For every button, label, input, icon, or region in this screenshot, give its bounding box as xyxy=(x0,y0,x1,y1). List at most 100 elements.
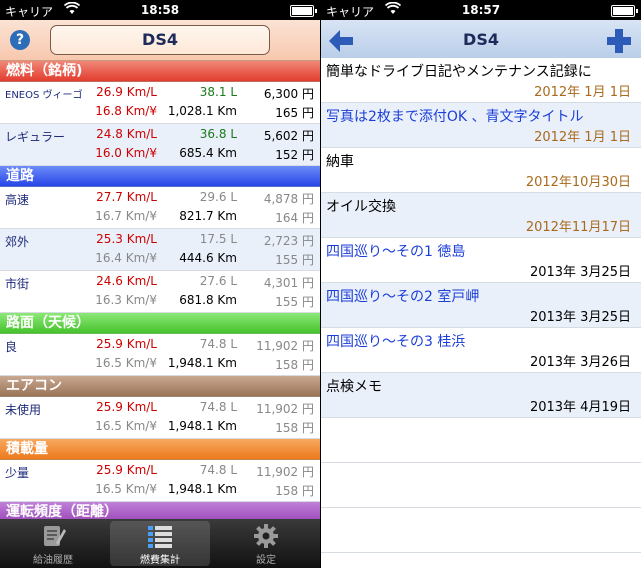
entry-title: 点検メモ xyxy=(326,379,382,395)
total-distance: 444.6 Km xyxy=(179,251,237,265)
row-label: 高速 xyxy=(5,193,30,207)
summary-row[interactable]: 高速 27.7 Km/L 29.6 L 4,878 円 16.7 Km/¥ 821.7 K… xyxy=(0,187,320,229)
entry-date: 2013年 3月25日 xyxy=(529,310,631,325)
summary-row[interactable]: レギュラー 24.8 Km/L 36.8 L 5,602 円 16.0 Km/¥ 685.… xyxy=(0,124,320,166)
battery-icon xyxy=(290,5,317,17)
mileage-per-liter: 25.9 Km/L xyxy=(96,337,157,351)
list-item[interactable]: 点検メモ 2013年 4月19日 xyxy=(321,373,641,418)
total-distance: 685.4 Km xyxy=(179,146,237,160)
drive-diary-screen: キャリア 18:57 DS4 簡単なドライブ日記やメンテナンス記録に 2012年 … xyxy=(321,0,641,568)
unit-price: 165 円 xyxy=(275,106,314,120)
distance-per-yen: 16.7 Km/¥ xyxy=(95,209,157,223)
unit-price: 155 円 xyxy=(275,253,314,267)
fuel-volume: 74.8 L xyxy=(199,463,237,477)
entry-title: 四国巡り～その2 室戸岬 xyxy=(326,289,480,305)
tab-label: 設定 xyxy=(256,555,276,566)
list-icon xyxy=(147,523,173,549)
summary-row[interactable]: 少量 25.9 Km/L 74.8 L 11,902 円 16.5 Km/¥ 1,948.… xyxy=(0,460,320,502)
entry-date: 2013年 3月25日 xyxy=(529,265,631,280)
fuel-volume: 29.6 L xyxy=(199,190,237,204)
fuel-cost: 4,878 円 xyxy=(263,192,314,206)
entry-date: 2012年 1月 1日 xyxy=(534,85,631,100)
section-header: 路面（天候） xyxy=(0,313,320,334)
page-title: DS4 xyxy=(463,30,499,49)
list-item[interactable]: 四国巡り～その3 桂浜 2013年 3月26日 xyxy=(321,328,641,373)
distance-per-yen: 16.3 Km/¥ xyxy=(95,293,157,307)
row-label: 郊外 xyxy=(5,235,30,249)
summary-row[interactable]: 未使用 25.9 Km/L 74.8 L 11,902 円 16.5 Km/¥ 1,948… xyxy=(0,397,320,439)
notepad-icon xyxy=(40,523,66,549)
tab-settings[interactable]: 設定 xyxy=(216,521,316,566)
fuel-cost: 2,723 円 xyxy=(263,234,314,248)
distance-per-yen: 16.5 Km/¥ xyxy=(95,356,157,370)
fuel-volume: 27.6 L xyxy=(199,274,237,288)
tab-refuel-history[interactable]: 給油履歴 xyxy=(3,521,103,566)
total-distance: 1,948.1 Km xyxy=(167,482,237,496)
fuel-cost: 5,602 円 xyxy=(263,129,314,143)
unit-price: 152 円 xyxy=(275,148,314,162)
summary-table[interactable]: 燃料（銘柄) ENEOS ヴィーゴ 26.9 Km/L 38.1 L 6,300 円 16… xyxy=(0,61,320,519)
distance-per-yen: 16.0 Km/¥ xyxy=(95,146,157,160)
entry-date: 2013年 3月26日 xyxy=(529,355,631,370)
fuel-volume: 74.8 L xyxy=(199,337,237,351)
fuel-summary-screen: キャリア 18:58 ? DS4 燃料（銘柄) ENEOS ヴィーゴ 26.9 Km… xyxy=(0,0,320,568)
mileage-per-liter: 25.9 Km/L xyxy=(96,400,157,414)
entry-title: 写真は2枚まで添付OK 、青文字タイトル xyxy=(326,109,584,125)
list-item[interactable]: 納車 2012年10月30日 xyxy=(321,148,641,193)
section-header: 燃料（銘柄) xyxy=(0,61,320,82)
entry-date: 2012年10月30日 xyxy=(525,175,631,190)
mileage-per-liter: 24.6 Km/L xyxy=(96,274,157,288)
mileage-per-liter: 26.9 Km/L xyxy=(96,85,157,99)
unit-price: 158 円 xyxy=(275,358,314,372)
distance-per-yen: 16.4 Km/¥ xyxy=(95,251,157,265)
nav-bar: ? DS4 xyxy=(0,20,320,61)
empty-row xyxy=(321,418,641,463)
list-item[interactable]: 四国巡り～その1 徳島 2013年 3月25日 xyxy=(321,238,641,283)
status-bar: キャリア 18:57 xyxy=(321,0,641,20)
unit-price: 158 円 xyxy=(275,484,314,498)
summary-row[interactable]: ENEOS ヴィーゴ 26.9 Km/L 38.1 L 6,300 円 16.8 Km/… xyxy=(0,82,320,124)
unit-price: 164 円 xyxy=(275,211,314,225)
entry-title: オイル交換 xyxy=(326,199,396,215)
section-header: エアコン xyxy=(0,376,320,397)
section-header: 道路 xyxy=(0,166,320,187)
mileage-per-liter: 25.3 Km/L xyxy=(96,232,157,246)
summary-row[interactable]: 郊外 25.3 Km/L 17.5 L 2,723 円 16.4 Km/¥ 444.6 K… xyxy=(0,229,320,271)
summary-row[interactable]: 良 25.9 Km/L 74.8 L 11,902 円 16.5 Km/¥ 1,948.1… xyxy=(0,334,320,376)
mileage-per-liter: 24.8 Km/L xyxy=(96,127,157,141)
diary-list[interactable]: 簡単なドライブ日記やメンテナンス記録に 2012年 1月 1日写真は2枚まで添付O… xyxy=(321,58,641,568)
list-item[interactable]: オイル交換 2012年11月17日 xyxy=(321,193,641,238)
add-icon[interactable] xyxy=(605,27,633,55)
unit-price: 158 円 xyxy=(275,421,314,435)
distance-per-yen: 16.5 Km/¥ xyxy=(95,419,157,433)
entry-title: 四国巡り～その3 桂浜 xyxy=(326,334,466,350)
section-header: 運転頻度（距離） xyxy=(0,502,320,519)
total-distance: 821.7 Km xyxy=(179,209,237,223)
fuel-cost: 11,902 円 xyxy=(256,339,314,353)
fuel-cost: 4,301 円 xyxy=(263,276,314,290)
section-header: 積載量 xyxy=(0,439,320,460)
tab-fuel-summary[interactable]: 燃費集計 xyxy=(110,521,210,566)
clock: 18:57 xyxy=(461,3,501,17)
empty-row xyxy=(321,463,641,508)
list-item[interactable]: 四国巡り～その2 室戸岬 2013年 3月25日 xyxy=(321,283,641,328)
summary-row[interactable]: 市街 24.6 Km/L 27.6 L 4,301 円 16.3 Km/¥ 681.8 K… xyxy=(0,271,320,313)
tab-bar: 給油履歴 燃費集計 設定 xyxy=(0,519,320,568)
row-label: 少量 xyxy=(5,466,30,480)
fuel-volume: 74.8 L xyxy=(199,400,237,414)
help-icon[interactable]: ? xyxy=(10,30,30,50)
row-label: レギュラー xyxy=(5,130,66,144)
list-item[interactable]: 写真は2枚まで添付OK 、青文字タイトル 2012年 1月 1日 xyxy=(321,103,641,148)
fuel-cost: 11,902 円 xyxy=(256,402,314,416)
fuel-volume: 36.8 L xyxy=(199,127,237,141)
row-label: ENEOS ヴィーゴ xyxy=(5,90,83,101)
vehicle-title-button[interactable]: DS4 xyxy=(50,25,270,55)
empty-row xyxy=(321,508,641,553)
row-label: 市街 xyxy=(5,277,30,291)
battery-icon xyxy=(611,5,638,17)
entry-title: 簡単なドライブ日記やメンテナンス記録に xyxy=(326,64,592,80)
list-item[interactable]: 簡単なドライブ日記やメンテナンス記録に 2012年 1月 1日 xyxy=(321,58,641,103)
fuel-volume: 38.1 L xyxy=(199,85,237,99)
mileage-per-liter: 27.7 Km/L xyxy=(96,190,157,204)
distance-per-yen: 16.5 Km/¥ xyxy=(95,482,157,496)
